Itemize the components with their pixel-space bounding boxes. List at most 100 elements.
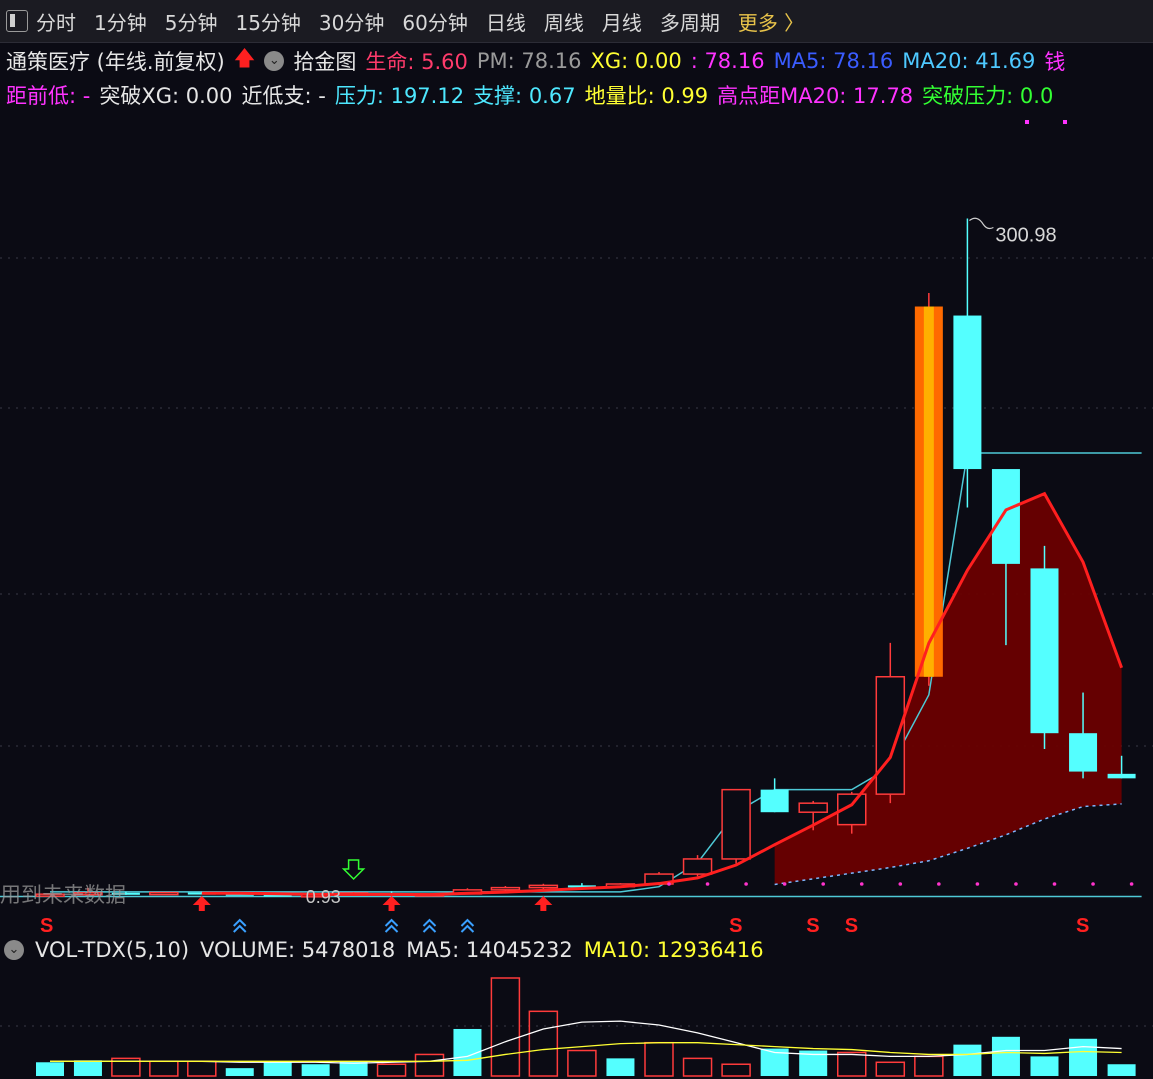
tab-5min[interactable]: 5分钟 bbox=[165, 7, 218, 36]
ma-band bbox=[774, 493, 1122, 885]
volume-bar bbox=[73, 1060, 102, 1076]
volume-bar bbox=[1069, 1038, 1098, 1076]
volume-bar bbox=[225, 1068, 254, 1076]
buy-marker-icon bbox=[460, 918, 475, 933]
indicator-near-support: 近低支: - bbox=[241, 84, 326, 108]
indicator-breakout-pressure: 突破压力: 0.0 bbox=[922, 84, 1054, 108]
tab-multi-period[interactable]: 多周期 bbox=[660, 7, 720, 36]
sell-signal: S bbox=[845, 915, 858, 936]
indicator-pm: PM: 78.16 bbox=[476, 49, 582, 73]
candlestick-chart[interactable]: 300.98 0.93 用到未来数据 S S S S S bbox=[0, 118, 1153, 936]
buy-marker-icon bbox=[422, 918, 437, 933]
volume-dropdown-icon[interactable]: ⌄ bbox=[4, 940, 24, 960]
sell-signal: S bbox=[806, 915, 819, 936]
volume-value: VOLUME: 5478018 bbox=[200, 938, 396, 962]
volume-bar bbox=[490, 977, 521, 1077]
signal-dot bbox=[937, 882, 941, 886]
indicator-breakout-xg: 突破XG: 0.00 bbox=[99, 84, 233, 108]
tab-15min[interactable]: 15分钟 bbox=[235, 7, 300, 36]
indicator-xg: XG: 0.00 bbox=[590, 49, 682, 73]
panel-toggle-icon[interactable] bbox=[6, 10, 28, 32]
candle-body bbox=[490, 886, 521, 891]
candle-highlight bbox=[923, 306, 934, 677]
indicator-row-2: 距前低: - 突破XG: 0.00 近低支: - 压力: 197.12 支撑: … bbox=[6, 80, 1153, 110]
volume-bar bbox=[837, 1051, 867, 1077]
candle-body bbox=[528, 884, 559, 889]
indicator-life: 生命: 5.60 bbox=[365, 50, 468, 74]
indicator-pressure: 压力: 197.12 bbox=[334, 84, 465, 108]
indicator-ma20: MA20: 41.69 bbox=[902, 49, 1036, 73]
volume-bar bbox=[644, 1041, 674, 1077]
candle-body bbox=[1069, 733, 1098, 772]
signal-dot bbox=[1091, 882, 1095, 886]
signal-dot bbox=[1052, 882, 1057, 886]
buy-marker-icon bbox=[233, 918, 247, 933]
sell-signal: S bbox=[1076, 915, 1089, 936]
indicator-unnamed: : 78.16 bbox=[690, 49, 765, 73]
tab-30min[interactable]: 30分钟 bbox=[319, 7, 384, 36]
period-toolbar: 分时 1分钟 5分钟 15分钟 30分钟 60分钟 日线 周线 月线 多周期 更… bbox=[0, 0, 1153, 43]
signal-dot bbox=[859, 882, 864, 886]
indicator-support: 支撑: 0.67 bbox=[473, 84, 576, 108]
marker-dot bbox=[1063, 120, 1067, 124]
buy-arrow-icon bbox=[534, 896, 553, 911]
tab-60min[interactable]: 60分钟 bbox=[402, 7, 467, 36]
signal-dot bbox=[705, 882, 710, 886]
marker-dot bbox=[1025, 120, 1029, 124]
signal-dot bbox=[821, 882, 825, 886]
volume-bar bbox=[875, 1061, 906, 1077]
candle-body bbox=[760, 789, 789, 813]
candle-body bbox=[1030, 568, 1059, 734]
dropdown-circle-icon[interactable]: ⌄ bbox=[264, 51, 285, 71]
volume-ma10: MA10: 12936416 bbox=[583, 938, 764, 962]
candle-body bbox=[798, 802, 828, 813]
volume-bar bbox=[528, 1010, 559, 1077]
tab-intraday[interactable]: 分时 bbox=[36, 7, 76, 36]
candle-body bbox=[682, 858, 713, 875]
high-pointer bbox=[969, 217, 994, 230]
volume-bar bbox=[914, 1055, 944, 1077]
sell-signal: S bbox=[729, 915, 742, 936]
indicator-prev-low: 距前低: - bbox=[6, 84, 91, 108]
volume-bar bbox=[606, 1058, 635, 1076]
signal-dot bbox=[744, 882, 748, 886]
signal-dot bbox=[898, 882, 903, 886]
signal-dot bbox=[1014, 882, 1018, 886]
volume-bar bbox=[721, 1063, 751, 1077]
volume-bar bbox=[953, 1044, 982, 1076]
volume-bar bbox=[149, 1060, 179, 1077]
indicator-high-ma20: 高点距MA20: 17.78 bbox=[717, 84, 914, 108]
indicator-ma5: MA5: 78.16 bbox=[773, 49, 894, 73]
sell-signal: S bbox=[40, 915, 53, 936]
volume-indicator-name[interactable]: VOL-TDX(5,10) bbox=[35, 938, 189, 962]
volume-bar bbox=[263, 1061, 292, 1076]
signal-dot bbox=[782, 882, 787, 886]
volume-ma5: MA5: 14045232 bbox=[406, 938, 573, 962]
volume-header: ⌄ VOL-TDX(5,10) VOLUME: 5478018 MA5: 140… bbox=[4, 938, 775, 962]
volume-bar bbox=[682, 1057, 713, 1077]
candle-body bbox=[721, 788, 751, 860]
down-arrow-icon bbox=[341, 859, 366, 881]
indicator-name[interactable]: 拾金图 bbox=[293, 46, 356, 76]
volume-bar bbox=[567, 1049, 597, 1077]
buy-arrow-icon bbox=[192, 896, 211, 911]
low-label: 0.93 bbox=[306, 887, 341, 907]
stock-title: 通策医疗 (年线.前复权) bbox=[6, 50, 225, 74]
volume-bar bbox=[301, 1064, 330, 1076]
tab-monthly[interactable]: 月线 bbox=[602, 7, 642, 36]
tab-weekly[interactable]: 周线 bbox=[544, 7, 584, 36]
more-button[interactable]: 更多 〉 bbox=[738, 7, 804, 36]
volume-bar bbox=[187, 1060, 217, 1077]
signal-dot bbox=[975, 882, 980, 886]
indicator-ground-volume: 地量比: 0.99 bbox=[584, 84, 709, 108]
volume-bar bbox=[1107, 1064, 1136, 1076]
volume-bar bbox=[36, 1062, 64, 1076]
future-data-overlay: 用到未来数据 bbox=[0, 884, 126, 907]
volume-bar bbox=[991, 1036, 1020, 1076]
candle-body bbox=[149, 891, 179, 896]
volume-bar bbox=[376, 1063, 407, 1077]
volume-chart[interactable] bbox=[0, 968, 1153, 1079]
tab-1min[interactable]: 1分钟 bbox=[94, 7, 147, 36]
tab-daily[interactable]: 日线 bbox=[486, 7, 526, 36]
up-arrow-icon: 🡅 bbox=[233, 46, 256, 70]
